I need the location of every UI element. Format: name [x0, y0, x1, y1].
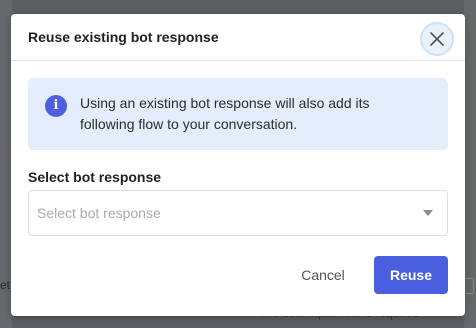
info-banner: i Using an existing bot response will al…: [28, 78, 448, 150]
reuse-button[interactable]: Reuse: [374, 256, 448, 294]
chevron-down-icon: [423, 210, 433, 216]
close-button[interactable]: [422, 24, 452, 54]
dialog-title: Reuse existing bot response: [28, 29, 219, 45]
cancel-button[interactable]: Cancel: [291, 256, 355, 294]
close-icon: [430, 32, 444, 46]
reuse-bot-response-dialog: Reuse existing bot response i Using an e…: [11, 14, 465, 316]
dialog-header: Reuse existing bot response: [11, 14, 465, 61]
bot-response-select[interactable]: Select bot response: [28, 190, 448, 236]
info-message: Using an existing bot response will also…: [80, 95, 370, 132]
bot-response-label: Select bot response: [28, 169, 162, 185]
backdrop-icon: [464, 278, 474, 294]
info-icon: i: [45, 95, 67, 117]
select-placeholder: Select bot response: [37, 205, 161, 221]
